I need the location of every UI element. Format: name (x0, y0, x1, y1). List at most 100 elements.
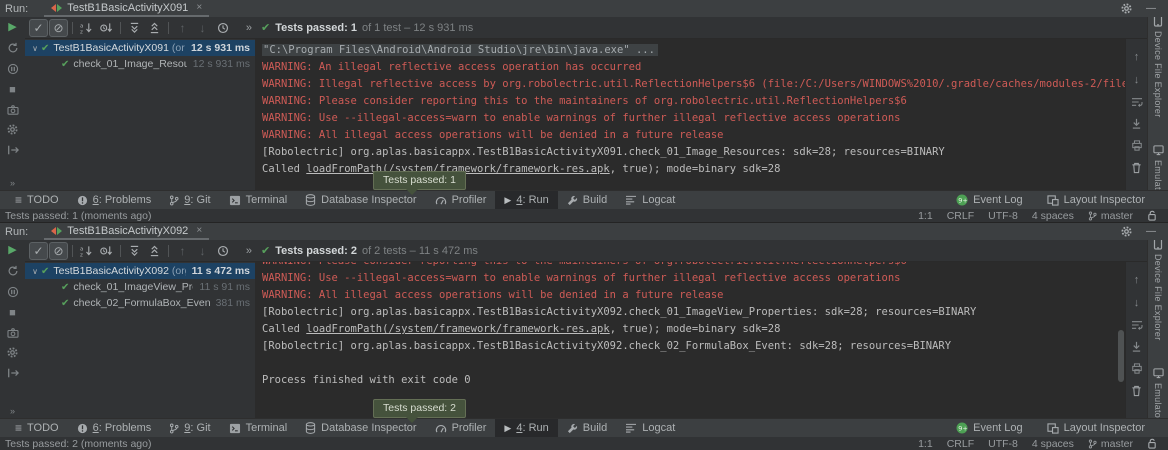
previous-failed-test-icon[interactable]: ↑ (173, 242, 192, 260)
toolwindow-todo[interactable]: ≡TODO (6, 419, 68, 437)
toolwindow-run[interactable]: ▶4: Run (495, 191, 557, 209)
toolwindow-logcat[interactable]: Logcat (616, 191, 684, 209)
clear-all-trash-icon[interactable] (1131, 162, 1142, 174)
toolwindow-build[interactable]: Build (558, 419, 616, 437)
collapse-all-icon[interactable] (145, 242, 164, 260)
expand-all-icon[interactable] (125, 19, 144, 37)
event-log-button[interactable]: 9+Event Log (947, 422, 1032, 434)
import-test-results-icon[interactable] (7, 144, 19, 156)
print-icon[interactable] (1131, 140, 1143, 151)
screenshot-icon[interactable] (7, 328, 19, 338)
console-scrollbar-thumb[interactable] (1118, 330, 1124, 382)
console-output[interactable]: WARNING: Please consider reporting this … (255, 262, 1125, 418)
scroll-up-icon[interactable]: ↑ (1134, 274, 1140, 286)
scroll-to-end-icon[interactable] (1131, 341, 1142, 352)
import-test-results-icon[interactable] (7, 367, 19, 379)
next-failed-test-icon[interactable]: ↓ (193, 19, 212, 37)
more-toolbar-actions-icon[interactable]: » (246, 22, 256, 34)
soft-wrap-icon[interactable] (1131, 97, 1143, 107)
tool-tab-device-file-explorer[interactable]: Device File Explorer (1153, 14, 1163, 118)
chevron-down-icon[interactable]: ∨ (29, 44, 41, 53)
toolwindow-problems[interactable]: 6: Problems (68, 191, 161, 209)
coverage-icon[interactable] (7, 63, 19, 75)
settings-gear-icon[interactable] (1121, 226, 1132, 237)
close-tab-icon[interactable]: × (196, 225, 202, 236)
toolwindow-run[interactable]: ▶4: Run (495, 419, 557, 437)
next-failed-test-icon[interactable]: ↓ (193, 242, 212, 260)
collapse-all-icon[interactable] (145, 19, 164, 37)
toolwindow-profiler[interactable]: Profiler (426, 191, 496, 209)
toolwindow-todo[interactable]: ≡TODO (6, 191, 68, 209)
test-settings-gear-icon[interactable] (7, 124, 18, 135)
event-log-button[interactable]: 9+Event Log (947, 194, 1032, 206)
print-icon[interactable] (1131, 363, 1143, 374)
clear-all-trash-icon[interactable] (1131, 385, 1142, 397)
rerun-tests-button[interactable]: ▶ (8, 244, 16, 256)
rerun-failed-tests-icon[interactable] (7, 42, 19, 54)
stop-button[interactable]: ■ (9, 307, 16, 319)
sort-alphabetically-icon[interactable]: az (77, 19, 96, 37)
scroll-down-icon[interactable]: ↓ (1134, 297, 1140, 309)
more-actions-icon[interactable]: » (10, 406, 15, 416)
sort-alphabetically-icon[interactable]: az (77, 242, 96, 260)
run-tab[interactable]: TestB1BasicActivityX091 × (44, 0, 209, 17)
git-branch-widget[interactable]: master (1088, 210, 1133, 222)
run-tab[interactable]: TestB1BasicActivityX092 × (44, 223, 209, 240)
toolwindow-terminal[interactable]: Terminal (220, 419, 297, 437)
layout-inspector-button[interactable]: Layout Inspector (1038, 422, 1154, 434)
line-ending-widget[interactable]: CRLF (947, 438, 974, 450)
coverage-icon[interactable] (7, 286, 19, 298)
indent-widget[interactable]: 4 spaces (1032, 438, 1074, 450)
tool-tab-device-file-explorer[interactable]: Device File Explorer (1153, 237, 1163, 341)
scroll-down-icon[interactable]: ↓ (1134, 74, 1140, 86)
screenshot-icon[interactable] (7, 105, 19, 115)
console-output[interactable]: "C:\Program Files\Android\Android Studio… (255, 39, 1125, 190)
test-tree-root-row[interactable]: ∨ ✔ TestB1BasicActivityX092 (org.aplas.t… (25, 263, 255, 279)
sort-by-duration-icon[interactable] (97, 242, 116, 260)
git-branch-widget[interactable]: master (1088, 438, 1133, 450)
indent-widget[interactable]: 4 spaces (1032, 210, 1074, 222)
sort-by-duration-icon[interactable] (97, 19, 116, 37)
toolwindow-profiler[interactable]: Profiler (426, 419, 496, 437)
caret-position-widget[interactable]: 1:1 (918, 210, 933, 222)
toolwindow-git[interactable]: 9: Git (160, 191, 219, 209)
show-ignored-toggle[interactable]: ⊘ (49, 19, 68, 37)
toolwindow-build[interactable]: Build (558, 191, 616, 209)
layout-inspector-button[interactable]: Layout Inspector (1038, 194, 1154, 206)
test-tree-row[interactable]: ✔ check_02_FormulaBox_Event 381 ms (25, 295, 255, 311)
scroll-up-icon[interactable]: ↑ (1134, 51, 1140, 63)
test-history-icon[interactable] (213, 242, 232, 260)
toolwindow-git[interactable]: 9: Git (160, 419, 219, 437)
previous-failed-test-icon[interactable]: ↑ (173, 19, 192, 37)
console-file-link[interactable]: loadFromPath(/system/framework/framework… (306, 323, 609, 335)
readonly-lock-icon[interactable] (1147, 210, 1157, 221)
rerun-failed-tests-icon[interactable] (7, 265, 19, 277)
encoding-widget[interactable]: UTF-8 (988, 210, 1018, 222)
toolwindow-problems[interactable]: 6: Problems (68, 419, 161, 437)
scroll-to-end-icon[interactable] (1131, 118, 1142, 129)
test-settings-gear-icon[interactable] (7, 347, 18, 358)
hide-window-icon[interactable]: — (1146, 227, 1156, 237)
show-passed-toggle[interactable]: ✓ (29, 19, 48, 37)
show-ignored-toggle[interactable]: ⊘ (49, 242, 68, 260)
more-actions-icon[interactable]: » (10, 178, 15, 188)
test-tree-row[interactable]: ✔ check_01_ImageView_Properties 11 s 91 … (25, 279, 255, 295)
hide-window-icon[interactable]: — (1146, 4, 1156, 14)
expand-all-icon[interactable] (125, 242, 144, 260)
test-tree-root-row[interactable]: ∨ ✔ TestB1BasicActivityX091 (org.aplas.t… (25, 40, 255, 56)
toolwindow-logcat[interactable]: Logcat (616, 419, 684, 437)
show-passed-toggle[interactable]: ✓ (29, 242, 48, 260)
test-history-icon[interactable] (213, 19, 232, 37)
line-ending-widget[interactable]: CRLF (947, 210, 974, 222)
close-tab-icon[interactable]: × (196, 2, 202, 13)
encoding-widget[interactable]: UTF-8 (988, 438, 1018, 450)
readonly-lock-icon[interactable] (1147, 438, 1157, 449)
more-toolbar-actions-icon[interactable]: » (246, 245, 256, 257)
test-tree-row[interactable]: ✔ check_01_Image_Resources 12 s 931 ms (25, 56, 255, 72)
rerun-tests-button[interactable]: ▶ (8, 21, 16, 33)
stop-button[interactable]: ■ (9, 84, 16, 96)
soft-wrap-icon[interactable] (1131, 320, 1143, 330)
settings-gear-icon[interactable] (1121, 3, 1132, 14)
tool-tab-emulator[interactable]: Emulator (1153, 367, 1164, 421)
caret-position-widget[interactable]: 1:1 (918, 438, 933, 450)
